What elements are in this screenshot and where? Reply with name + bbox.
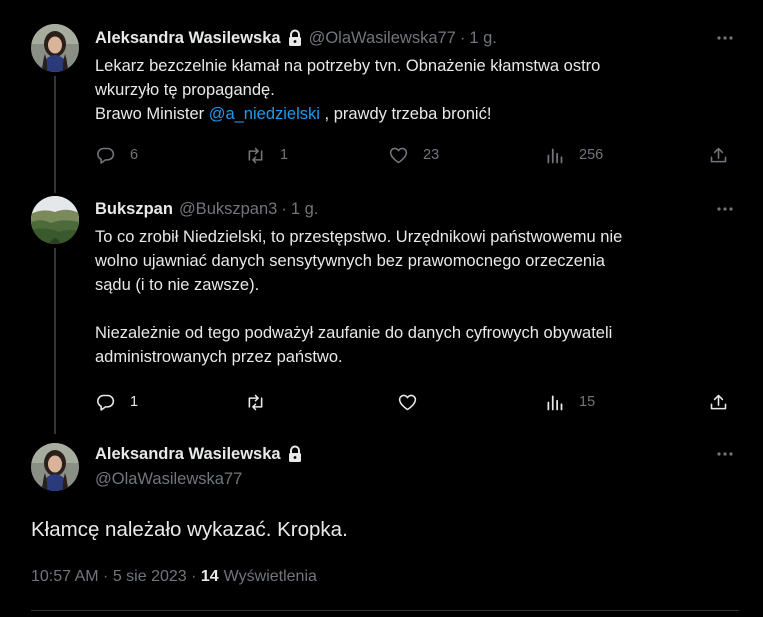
share-icon: [708, 145, 729, 166]
reply-count: 6: [130, 147, 139, 163]
tweet-time[interactable]: 1 g.: [469, 29, 497, 48]
retweet-icon: [245, 145, 266, 166]
separator: ·: [281, 199, 287, 218]
tweet-text: Kłamcę należało wykazać. Kropka.: [31, 518, 348, 541]
share-button[interactable]: [708, 144, 729, 166]
more-icon[interactable]: [715, 28, 735, 48]
tweet-line: To co zrobił Niedzielski, to przestępstw…: [95, 228, 623, 246]
avatar[interactable]: [31, 24, 79, 72]
text-fragment: , prawdy trzeba bronić!: [319, 105, 492, 123]
reply-button[interactable]: 1: [95, 391, 138, 413]
tweet-time[interactable]: 1 g.: [291, 200, 319, 219]
thread-line: [54, 76, 56, 193]
views-button[interactable]: 256: [544, 144, 603, 166]
share-icon: [708, 392, 729, 413]
views-icon: [544, 392, 565, 413]
retweet-count: 1: [280, 147, 289, 163]
tweet-text: Lekarz bezczelnie kłamał na potrzeby tvn…: [95, 54, 735, 126]
tweet-line: Lekarz bezczelnie kłamał na potrzeby tvn…: [95, 57, 601, 75]
author-handle[interactable]: @OlaWasilewska77: [95, 470, 242, 489]
views-label: Wyświetlenia: [223, 568, 317, 585]
tweet-header: Aleksandra Wasilewska @OlaWasilewska77 ·…: [95, 27, 497, 49]
like-icon: [397, 392, 418, 413]
views-count: 256: [579, 147, 604, 163]
tweet-line: administrowanych przez państwo.: [95, 348, 343, 366]
divider: [31, 610, 739, 611]
author-name[interactable]: Bukszpan: [95, 200, 173, 219]
like-count: 23: [423, 147, 440, 163]
tweet-actions: 1 15: [95, 391, 735, 413]
author-handle[interactable]: @Bukszpan3: [179, 200, 277, 219]
reply-count: 1: [130, 394, 139, 410]
author-name[interactable]: Aleksandra Wasilewska: [95, 29, 281, 48]
views-count: 15: [579, 394, 596, 410]
author-handle[interactable]: @OlaWasilewska77: [309, 29, 456, 48]
thread-line: [54, 248, 56, 434]
avatar[interactable]: [31, 443, 79, 491]
tweet-timestamp[interactable]: 10:57 AM · 5 sie 2023 ·: [31, 568, 201, 586]
more-icon[interactable]: [715, 199, 735, 219]
tweet-text: To co zrobił Niedzielski, to przestępstw…: [95, 225, 735, 369]
tweet-line: wolno ujawniać danych sensytywnych bez p…: [95, 252, 605, 270]
more-icon[interactable]: [715, 444, 735, 464]
reply-icon: [95, 392, 116, 413]
tweet-line: sądu (i to nie zawsze).: [95, 276, 260, 294]
reply-icon: [95, 145, 116, 166]
like-button[interactable]: [397, 391, 432, 413]
mention-link[interactable]: @a_niedzielski: [209, 105, 320, 123]
tweet-line: wkurzyło tę propagandę.: [95, 81, 275, 99]
avatar[interactable]: [31, 196, 79, 244]
tweet-line: Niezależnie od tego podważył zaufanie do…: [95, 324, 613, 342]
retweet-icon: [245, 392, 266, 413]
author-name[interactable]: Aleksandra Wasilewska: [95, 445, 281, 464]
tweet-actions: 6 1 23 256: [95, 144, 735, 166]
lock-icon: [287, 445, 303, 463]
like-icon: [388, 145, 409, 166]
tweet-header: Bukszpan @Bukszpan3 · 1 g.: [95, 198, 318, 220]
views-icon: [544, 145, 565, 166]
reply-button[interactable]: 6: [95, 144, 138, 166]
tweet-meta: 10:57 AM · 5 sie 2023 · 14 Wyświetlenia: [31, 568, 317, 586]
lock-icon: [287, 29, 303, 47]
tweet-line: Brawo Minister @a_niedzielski , prawdy t…: [95, 102, 735, 126]
separator: ·: [459, 28, 466, 47]
retweet-button[interactable]: 1: [245, 144, 288, 166]
text-fragment: Brawo Minister: [95, 105, 209, 123]
like-button[interactable]: 23: [388, 144, 439, 166]
share-button[interactable]: [708, 391, 729, 413]
tweet-header: Aleksandra Wasilewska: [95, 443, 303, 465]
views-count: 14: [200, 568, 219, 585]
retweet-button[interactable]: [245, 391, 280, 413]
views-button[interactable]: 15: [544, 391, 595, 413]
